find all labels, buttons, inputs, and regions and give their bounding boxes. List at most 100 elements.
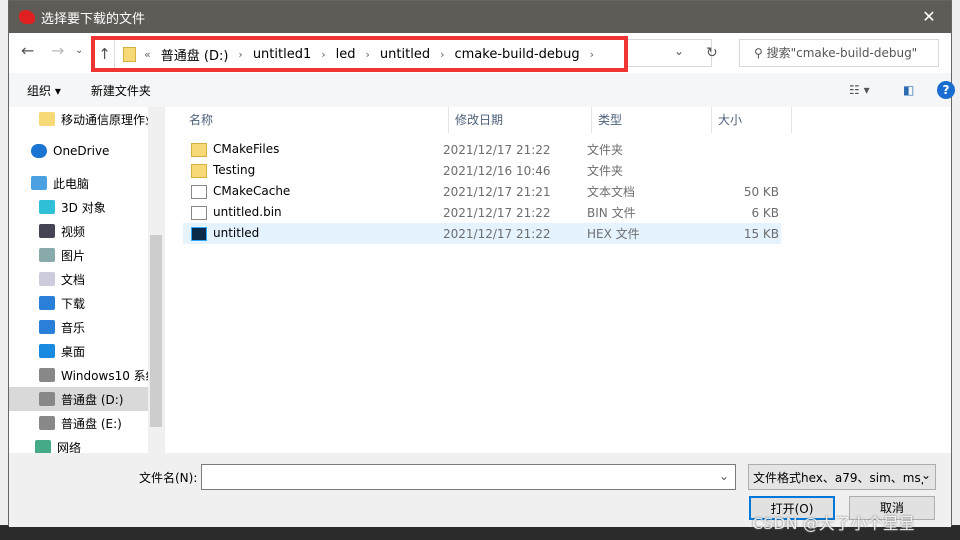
back-button[interactable]: ← xyxy=(21,41,34,60)
navigation-bar: ← → ⌄ ↑ « 普通盘 (D:) › untitled1 › led › unti… xyxy=(9,33,951,72)
breadcrumb-item[interactable]: 普通盘 (D:) xyxy=(161,45,229,64)
sidebar-item[interactable]: OneDrive xyxy=(9,139,164,163)
address-bar[interactable]: ↑ « 普通盘 (D:) › untitled1 › led › untitled › … xyxy=(91,36,628,72)
cube-icon xyxy=(39,200,55,214)
sidebar-item[interactable]: 网络 xyxy=(9,435,164,453)
search-icon: ⚲ xyxy=(754,46,767,60)
search-input[interactable]: ⚲ 搜索"cmake-build-debug" xyxy=(739,39,939,67)
file-size: 50 KB xyxy=(743,184,779,199)
sidebar-scrollbar[interactable] xyxy=(148,107,164,453)
title-bar: 选择要下载的文件 xyxy=(9,1,951,33)
file-size: 6 KB xyxy=(751,205,779,220)
file-date: 2021/12/17 21:21 xyxy=(443,184,551,199)
search-placeholder: 搜索"cmake-build-debug" xyxy=(766,46,918,60)
breadcrumb-item[interactable]: cmake-build-debug xyxy=(454,47,579,62)
file-date: 2021/12/17 21:22 xyxy=(443,205,551,220)
sidebar-item-label: 下载 xyxy=(61,296,86,311)
sidebar-item[interactable]: 普通盘 (E:) xyxy=(9,411,164,435)
file-name: untitled.bin xyxy=(213,205,282,220)
column-type[interactable]: 类型 xyxy=(592,107,712,133)
column-headers: 名称 修改日期 类型 大小 xyxy=(165,107,951,133)
sidebar-item[interactable]: 桌面 xyxy=(9,339,164,363)
sidebar-item-label: 移动通信原理作业 xyxy=(61,112,158,127)
chevron-down-icon[interactable]: ⌄ xyxy=(719,469,729,483)
column-date[interactable]: 修改日期 xyxy=(449,107,592,133)
file-name: CMakeFiles xyxy=(213,142,280,157)
toolbar: 组织 ▾ 新建文件夹 ☷ ▾ ◧ ? xyxy=(9,73,955,107)
sidebar-item[interactable]: 音乐 xyxy=(9,315,164,339)
file-type: HEX 文件 xyxy=(587,227,640,241)
file-type: 文本文档 xyxy=(587,185,636,199)
folder-icon xyxy=(39,112,55,126)
preview-pane-icon[interactable]: ◧ xyxy=(903,83,914,97)
sidebar-item[interactable]: 图片 xyxy=(9,243,164,267)
refresh-icon[interactable]: ↻ xyxy=(706,45,718,61)
cloud-icon xyxy=(31,144,47,158)
drive-icon xyxy=(39,416,55,430)
file-row[interactable]: CMakeFiles 2021/12/17 21:22 文件夹 xyxy=(183,139,781,160)
sidebar-item[interactable]: 普通盘 (D:) xyxy=(9,387,164,411)
close-button[interactable]: ✕ xyxy=(907,1,951,33)
folder-icon xyxy=(123,46,136,62)
file-date: 2021/12/17 21:22 xyxy=(443,226,551,241)
breadcrumb-item[interactable]: untitled1 xyxy=(253,47,311,62)
recent-dropdown[interactable]: ⌄ xyxy=(75,45,83,56)
file-row[interactable]: CMakeCache 2021/12/17 21:21 文本文档 50 KB xyxy=(183,181,781,202)
app-icon xyxy=(19,10,35,24)
folder-icon xyxy=(191,142,207,157)
new-folder-button[interactable]: 新建文件夹 xyxy=(91,82,151,99)
sidebar-item[interactable]: 文档 xyxy=(9,267,164,291)
sidebar-item-label: 网络 xyxy=(57,440,82,454)
sidebar-item[interactable]: 此电脑 xyxy=(9,171,164,195)
column-size[interactable]: 大小 xyxy=(712,107,792,133)
sidebar-item-label: 3D 对象 xyxy=(61,200,106,215)
file-icon xyxy=(191,205,207,220)
help-icon[interactable]: ? xyxy=(937,81,955,99)
sidebar-item-label: 普通盘 (D:) xyxy=(61,392,124,407)
forward-button[interactable]: → xyxy=(51,41,64,60)
photoshop-icon xyxy=(191,226,207,241)
address-controls: ⌄ ↻ xyxy=(628,39,718,67)
breadcrumb-item[interactable]: led xyxy=(336,47,356,62)
sidebar-item[interactable]: 视频 xyxy=(9,219,164,243)
sidebar-item[interactable]: 下载 xyxy=(9,291,164,315)
drive-icon xyxy=(39,368,55,382)
text-file-icon xyxy=(191,184,207,199)
navigation-pane: 移动通信原理作业 OneDrive 此电脑 3D 对象视频图片 文档下载音乐 桌面 Wind… xyxy=(9,107,164,453)
sidebar-item[interactable]: Windows10 系统 xyxy=(9,363,164,387)
sidebar-item-label: 此电脑 xyxy=(53,176,90,191)
file-row[interactable]: untitled 2021/12/17 21:22 HEX 文件 15 KB xyxy=(183,223,781,244)
scrollbar-thumb[interactable] xyxy=(150,235,162,427)
breadcrumb-item[interactable]: untitled xyxy=(380,47,430,62)
file-row[interactable]: untitled.bin 2021/12/17 21:22 BIN 文件 6 K… xyxy=(183,202,781,223)
sidebar-item[interactable]: 3D 对象 xyxy=(9,195,164,219)
filename-input[interactable]: ⌄ xyxy=(201,464,736,490)
up-icon[interactable]: ↑ xyxy=(95,40,115,68)
organize-button[interactable]: 组织 ▾ xyxy=(27,82,61,99)
file-name: CMakeCache xyxy=(213,184,291,199)
music-icon xyxy=(39,320,55,334)
file-row[interactable]: Testing 2021/12/16 10:46 文件夹 xyxy=(183,160,781,181)
file-type-select[interactable]: 文件格式hex、a79、sim、msp ⌄ xyxy=(748,464,936,490)
file-type: BIN 文件 xyxy=(587,206,636,220)
folder-icon xyxy=(191,163,207,178)
watermark: CSDN @大了小个星星 xyxy=(752,514,915,533)
file-date: 2021/12/16 10:46 xyxy=(443,163,551,178)
sidebar-item-label: 普通盘 (E:) xyxy=(61,416,122,431)
overflow-chevron[interactable]: « xyxy=(144,48,151,61)
document-icon xyxy=(39,272,55,286)
picture-icon xyxy=(39,248,55,262)
download-icon xyxy=(39,296,55,310)
file-type: 文件夹 xyxy=(587,164,624,178)
network-icon xyxy=(35,440,51,453)
filename-label: 文件名(N): xyxy=(139,471,198,485)
chevron-down-icon[interactable]: ⌄ xyxy=(674,44,684,58)
sidebar-item[interactable]: 移动通信原理作业 xyxy=(9,107,164,131)
file-list: 名称 修改日期 类型 大小 CMakeFiles 2021/12/17 21:2… xyxy=(164,107,951,453)
sidebar-item-label: 视频 xyxy=(61,224,86,239)
column-name[interactable]: 名称 xyxy=(165,107,449,133)
desktop-icon xyxy=(39,344,55,358)
view-options-icon[interactable]: ☷ ▾ xyxy=(849,83,870,97)
sidebar-item-label: OneDrive xyxy=(53,144,110,158)
video-icon xyxy=(39,224,55,238)
